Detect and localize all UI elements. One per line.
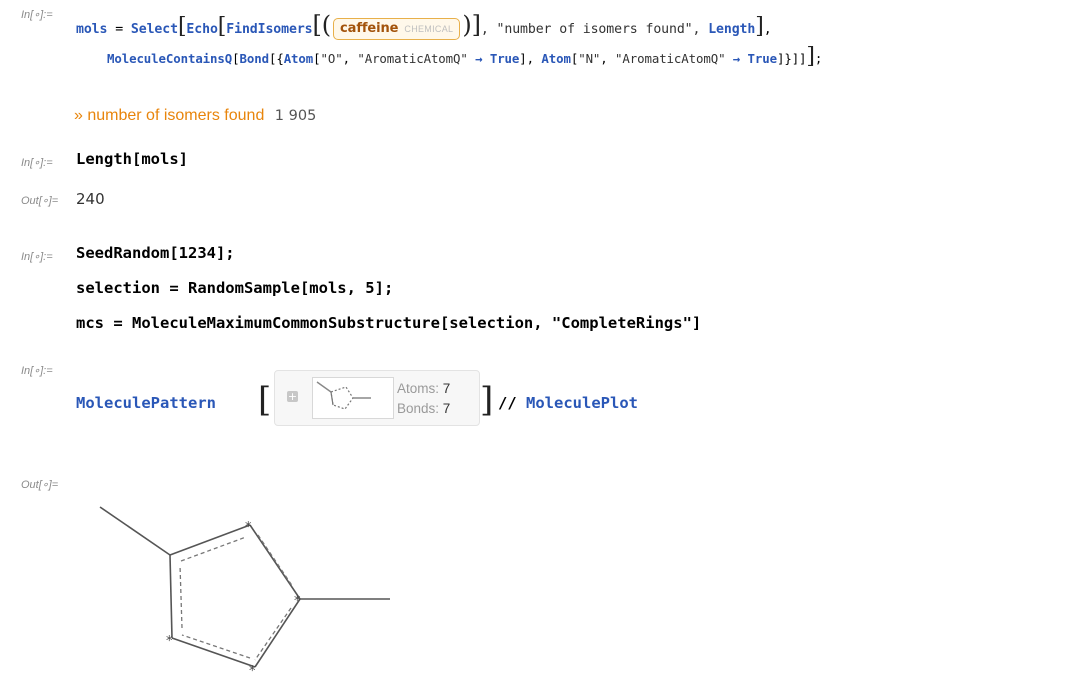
input-label-1: In[∘]:= (21, 9, 53, 21)
input-cell-3-line1[interactable]: SeedRandom[1234]; (76, 244, 235, 262)
ring-bond (254, 598, 301, 668)
molecule-summary-box[interactable]: + Atoms: 7 Bonds: 7 (274, 370, 480, 426)
aromatic-bond (181, 634, 251, 659)
bonds-count: 7 (442, 401, 451, 416)
expand-icon[interactable]: + (287, 391, 298, 402)
code-token: , (342, 51, 358, 66)
code-token: "AromaticAtomQ" (615, 51, 726, 66)
bracket: ( (321, 11, 332, 39)
code-token: mols (76, 22, 108, 37)
code-token: Atom (283, 51, 314, 66)
bracket: ] (471, 11, 481, 39)
bracket: [ (313, 51, 321, 66)
molecule-thumb-icon (316, 381, 371, 410)
code-token: Atom (541, 51, 571, 66)
bracket: ] (755, 14, 764, 39)
molecule-pattern-func[interactable]: MoleculePattern (76, 394, 216, 412)
echo-marker: » (74, 107, 83, 124)
aromatic-bond (254, 607, 292, 661)
code-token: MoleculePlot (526, 394, 638, 412)
aromatic-bond (180, 536, 247, 562)
output-cell-2: 240 (76, 190, 105, 208)
code-token: MoleculeContainsQ (107, 51, 233, 66)
echo-output: » number of isomers found 1 905 (74, 107, 316, 125)
code-token: FindIsomers (226, 22, 313, 37)
bracket: [ (232, 51, 240, 66)
code-token: "O" (320, 51, 343, 66)
entity-type: CHEMICAL (404, 23, 454, 34)
code-token: MoleculePattern (76, 394, 216, 412)
wildcard-atom: * (245, 520, 252, 535)
code-token: , "number of isomers found", (480, 22, 709, 37)
bracket: [{ (268, 51, 284, 66)
code-token: Bond (239, 51, 270, 66)
input-cell-1-line2[interactable]: MoleculeContainsQ[Bond[{Atom["O", "Aroma… (107, 44, 822, 69)
substituent-bond (99, 506, 171, 556)
bracket: ) (462, 11, 472, 39)
summary-info: Atoms: 7 Bonds: 7 (397, 379, 450, 419)
entity-name: caffeine (340, 21, 399, 36)
code-token: // (498, 394, 526, 412)
wildcard-atom: * (166, 634, 173, 649)
bracket: ] (806, 44, 815, 69)
bracket: ] (480, 380, 494, 420)
input-label-4: In[∘]:= (21, 365, 53, 377)
molecule-plot: * * * * (99, 506, 390, 679)
ring-bond (249, 524, 301, 600)
ring-bond (169, 554, 173, 639)
code-token: "AromaticAtomQ" (357, 51, 468, 66)
code-token: , (763, 22, 772, 37)
code-token: Length (708, 22, 756, 37)
molecule-thumbnail (312, 377, 394, 419)
code-token: Echo (186, 22, 218, 37)
code-token: Select (130, 22, 178, 37)
atoms-label: Atoms: (397, 381, 440, 396)
input-cell-3-line3[interactable]: mcs = MoleculeMaximumCommonSubstructure[… (76, 314, 701, 332)
atoms-count: 7 (442, 381, 451, 396)
code-token: → True (467, 51, 520, 66)
input-cell-1[interactable]: mols = Select[Echo[FindIsomers[(caffeine… (76, 11, 772, 40)
code-token: → True (725, 51, 777, 66)
code-token: , (600, 51, 616, 66)
caffeine-entity-frame[interactable]: caffeine CHEMICAL (333, 18, 461, 40)
bracket: [ (258, 380, 272, 420)
bonds-label: Bonds: (397, 401, 440, 416)
wildcard-atom: * (249, 664, 256, 679)
input-cell-3-line2[interactable]: selection = RandomSample[mols, 5]; (76, 279, 393, 297)
aromatic-bond (257, 534, 294, 588)
input-label-3: In[∘]:= (21, 251, 53, 263)
aromatic-bond (179, 564, 183, 629)
code-token: ; (814, 51, 823, 66)
input-cell-2[interactable]: Length[mols] (76, 150, 188, 168)
input-label-2: In[∘]:= (21, 157, 53, 169)
output-label-4: Out[∘]= (21, 479, 59, 491)
echo-value: 1 905 (274, 108, 317, 124)
wildcard-atom: * (294, 594, 301, 609)
bracket: ], (519, 51, 542, 66)
bracket: ]}]] (776, 51, 807, 66)
bracket: [ (312, 11, 322, 39)
output-label-2: Out[∘]= (21, 195, 59, 207)
echo-label: number of isomers found (87, 107, 265, 124)
postfix-plot[interactable]: // MoleculePlot (498, 394, 638, 412)
code-token: = (107, 22, 131, 37)
code-token: "N" (578, 51, 601, 66)
bracket: [ (217, 14, 227, 39)
ring-bond (171, 637, 256, 668)
